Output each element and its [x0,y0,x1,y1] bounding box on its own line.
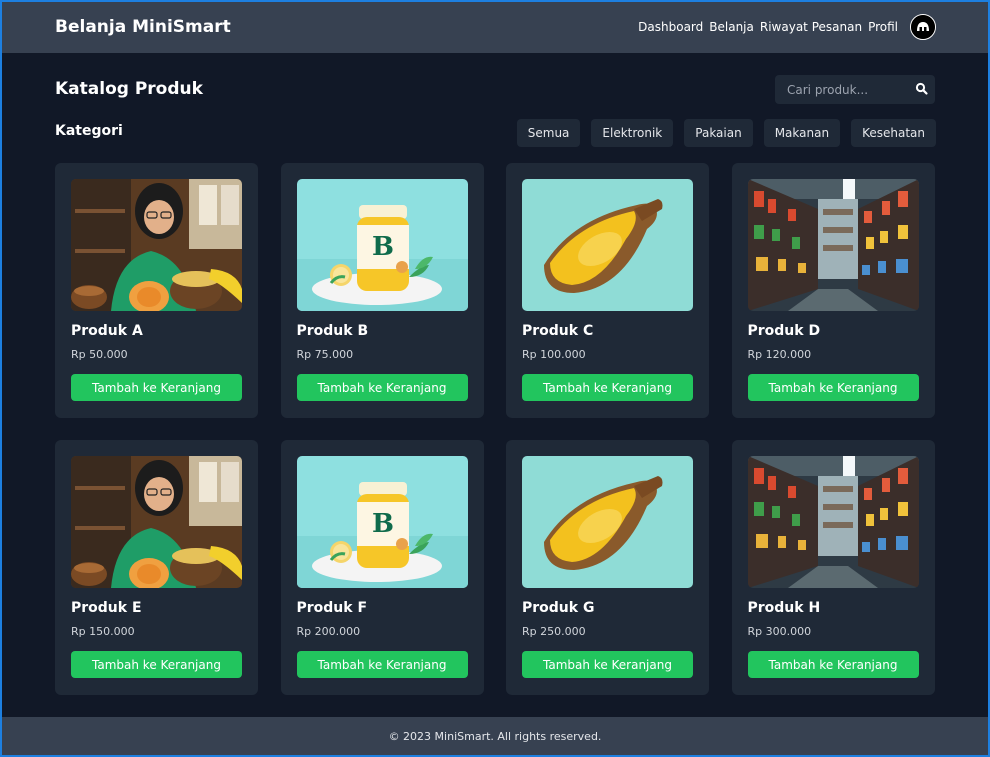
nav-dashboard[interactable]: Dashboard [638,20,703,34]
product-card: Produk C Rp 100.000 Tambah ke Keranjang [506,163,709,418]
woman-with-fruit-basket-image [71,179,242,311]
top-nav: Dashboard Belanja Riwayat Pesanan Profil [638,14,936,40]
product-image[interactable] [71,456,242,588]
search-box [775,75,935,104]
product-image[interactable] [747,179,919,311]
product-card: Produk H Rp 300.000 Tambah ke Keranjang [731,440,935,695]
search-icon[interactable] [914,81,930,97]
product-card: Produk A Rp 50.000 Tambah ke Keranjang [55,163,258,418]
add-to-cart-button[interactable]: Tambah ke Keranjang [71,651,242,678]
product-image[interactable] [747,456,919,588]
nav-riwayat-pesanan[interactable]: Riwayat Pesanan [760,20,862,34]
product-image[interactable] [522,456,693,588]
product-price: Rp 120.000 [747,348,812,361]
search-input[interactable] [775,75,911,104]
category-pakaian-button[interactable]: Pakaian [684,119,753,147]
honey-jar-b-image: B [296,179,468,311]
product-price: Rp 150.000 [71,625,135,638]
product-name: Produk B [296,323,369,339]
product-name: Produk G [522,600,595,616]
product-name: Produk A [71,323,143,339]
add-to-cart-button[interactable]: Tambah ke Keranjang [522,651,693,678]
product-name: Produk D [747,323,821,339]
add-to-cart-button[interactable]: Tambah ke Keranjang [747,651,919,678]
add-to-cart-button[interactable]: Tambah ke Keranjang [296,651,468,678]
jar-label-text: B [372,232,394,262]
product-grid: Produk A Rp 50.000 Tambah ke Keranjang B [55,163,935,695]
brand-title[interactable]: Belanja MiniSmart [55,17,231,37]
product-name: Produk E [71,600,142,616]
add-to-cart-button[interactable]: Tambah ke Keranjang [522,374,693,401]
yellow-fruit-slice-image [522,456,693,588]
product-card: Produk E Rp 150.000 Tambah ke Keranjang [55,440,258,695]
add-to-cart-button[interactable]: Tambah ke Keranjang [71,374,242,401]
product-price: Rp 250.000 [522,625,586,638]
footer-copyright: © 2023 MiniSmart. All rights reserved. [388,729,602,743]
product-price: Rp 200.000 [296,625,361,638]
app-window: Belanja MiniSmart Dashboard Belanja Riwa… [0,0,990,757]
product-image[interactable]: B [296,179,468,311]
product-price: Rp 300.000 [747,625,812,638]
category-semua-button[interactable]: Semua [516,119,581,147]
product-image[interactable] [522,179,693,311]
product-card: Produk G Rp 250.000 Tambah ke Keranjang [506,440,709,695]
product-name: Produk C [522,323,594,339]
yellow-fruit-slice-image [522,179,693,311]
footer: © 2023 MiniSmart. All rights reserved. [2,717,988,755]
product-card: B Produk F Rp 200.000 Tambah ke Keranjan… [280,440,484,695]
product-price: Rp 100.000 [522,348,586,361]
product-image[interactable] [71,179,242,311]
add-to-cart-button[interactable]: Tambah ke Keranjang [747,374,919,401]
category-kesehatan-button[interactable]: Kesehatan [851,119,936,147]
product-price: Rp 75.000 [296,348,354,361]
product-name: Produk F [296,600,368,616]
woman-with-fruit-basket-image [71,456,242,588]
supermarket-aisle-image [747,179,919,311]
category-filters: Semua Elektronik Pakaian Makanan Kesehat… [516,119,936,147]
supermarket-aisle-image [747,456,919,588]
product-card: B Produk B Rp 75.000 Tambah ke Keranjang [280,163,484,418]
avatar[interactable] [910,14,936,40]
page-title: Katalog Produk [55,79,203,99]
honey-jar-b-image: B [296,456,468,588]
jar-label-text: B [372,509,394,539]
product-card: Produk D Rp 120.000 Tambah ke Keranjang [731,163,935,418]
top-header: Belanja MiniSmart Dashboard Belanja Riwa… [2,2,988,53]
nav-belanja[interactable]: Belanja [709,20,754,34]
product-price: Rp 50.000 [71,348,128,361]
add-to-cart-button[interactable]: Tambah ke Keranjang [296,374,468,401]
user-avatar-icon [911,15,935,39]
category-elektronik-button[interactable]: Elektronik [591,119,674,147]
category-title: Kategori [55,123,123,139]
category-makanan-button[interactable]: Makanan [763,119,841,147]
product-name: Produk H [747,600,821,616]
nav-profil[interactable]: Profil [868,20,898,34]
product-image[interactable]: B [296,456,468,588]
